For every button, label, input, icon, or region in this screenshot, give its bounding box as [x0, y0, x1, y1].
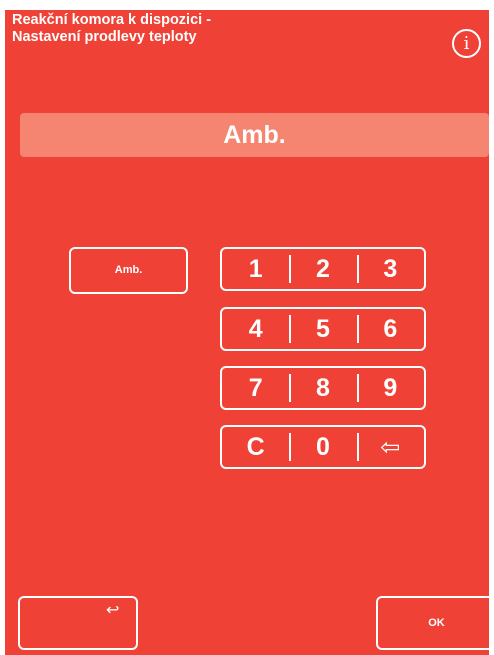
back-icon: ↩: [106, 600, 120, 619]
key-2[interactable]: 2: [289, 249, 356, 289]
keypad-row-2: 4 5 6: [220, 307, 426, 351]
key-1[interactable]: 1: [222, 249, 289, 289]
keypad-row-1: 1 2 3: [220, 247, 426, 291]
keypad-row-3: 7 8 9: [220, 366, 426, 410]
value-display: Amb.: [20, 113, 489, 157]
key-3[interactable]: 3: [356, 249, 424, 289]
screen: Reakční komora k dispozici - Nastavení p…: [5, 10, 494, 655]
title-line-1: Reakční komora k dispozici -: [12, 12, 212, 28]
info-icon[interactable]: i: [452, 29, 481, 58]
key-8[interactable]: 8: [289, 368, 356, 408]
ambient-button[interactable]: Amb.: [69, 247, 188, 294]
backspace-icon[interactable]: ⇦: [356, 427, 424, 467]
page-title: Reakční komora k dispozici - Nastavení p…: [12, 12, 211, 46]
key-9[interactable]: 9: [356, 368, 424, 408]
key-0[interactable]: 0: [289, 427, 356, 467]
key-7[interactable]: 7: [222, 368, 289, 408]
keypad-row-4: C 0 ⇦: [220, 425, 426, 469]
key-5[interactable]: 5: [289, 309, 356, 349]
key-6[interactable]: 6: [356, 309, 424, 349]
back-button[interactable]: ↩: [18, 596, 138, 650]
title-line-2: Nastavení prodlevy teploty: [12, 29, 197, 45]
key-clear[interactable]: C: [222, 427, 289, 467]
ok-button[interactable]: OK: [376, 596, 494, 650]
key-4[interactable]: 4: [222, 309, 289, 349]
